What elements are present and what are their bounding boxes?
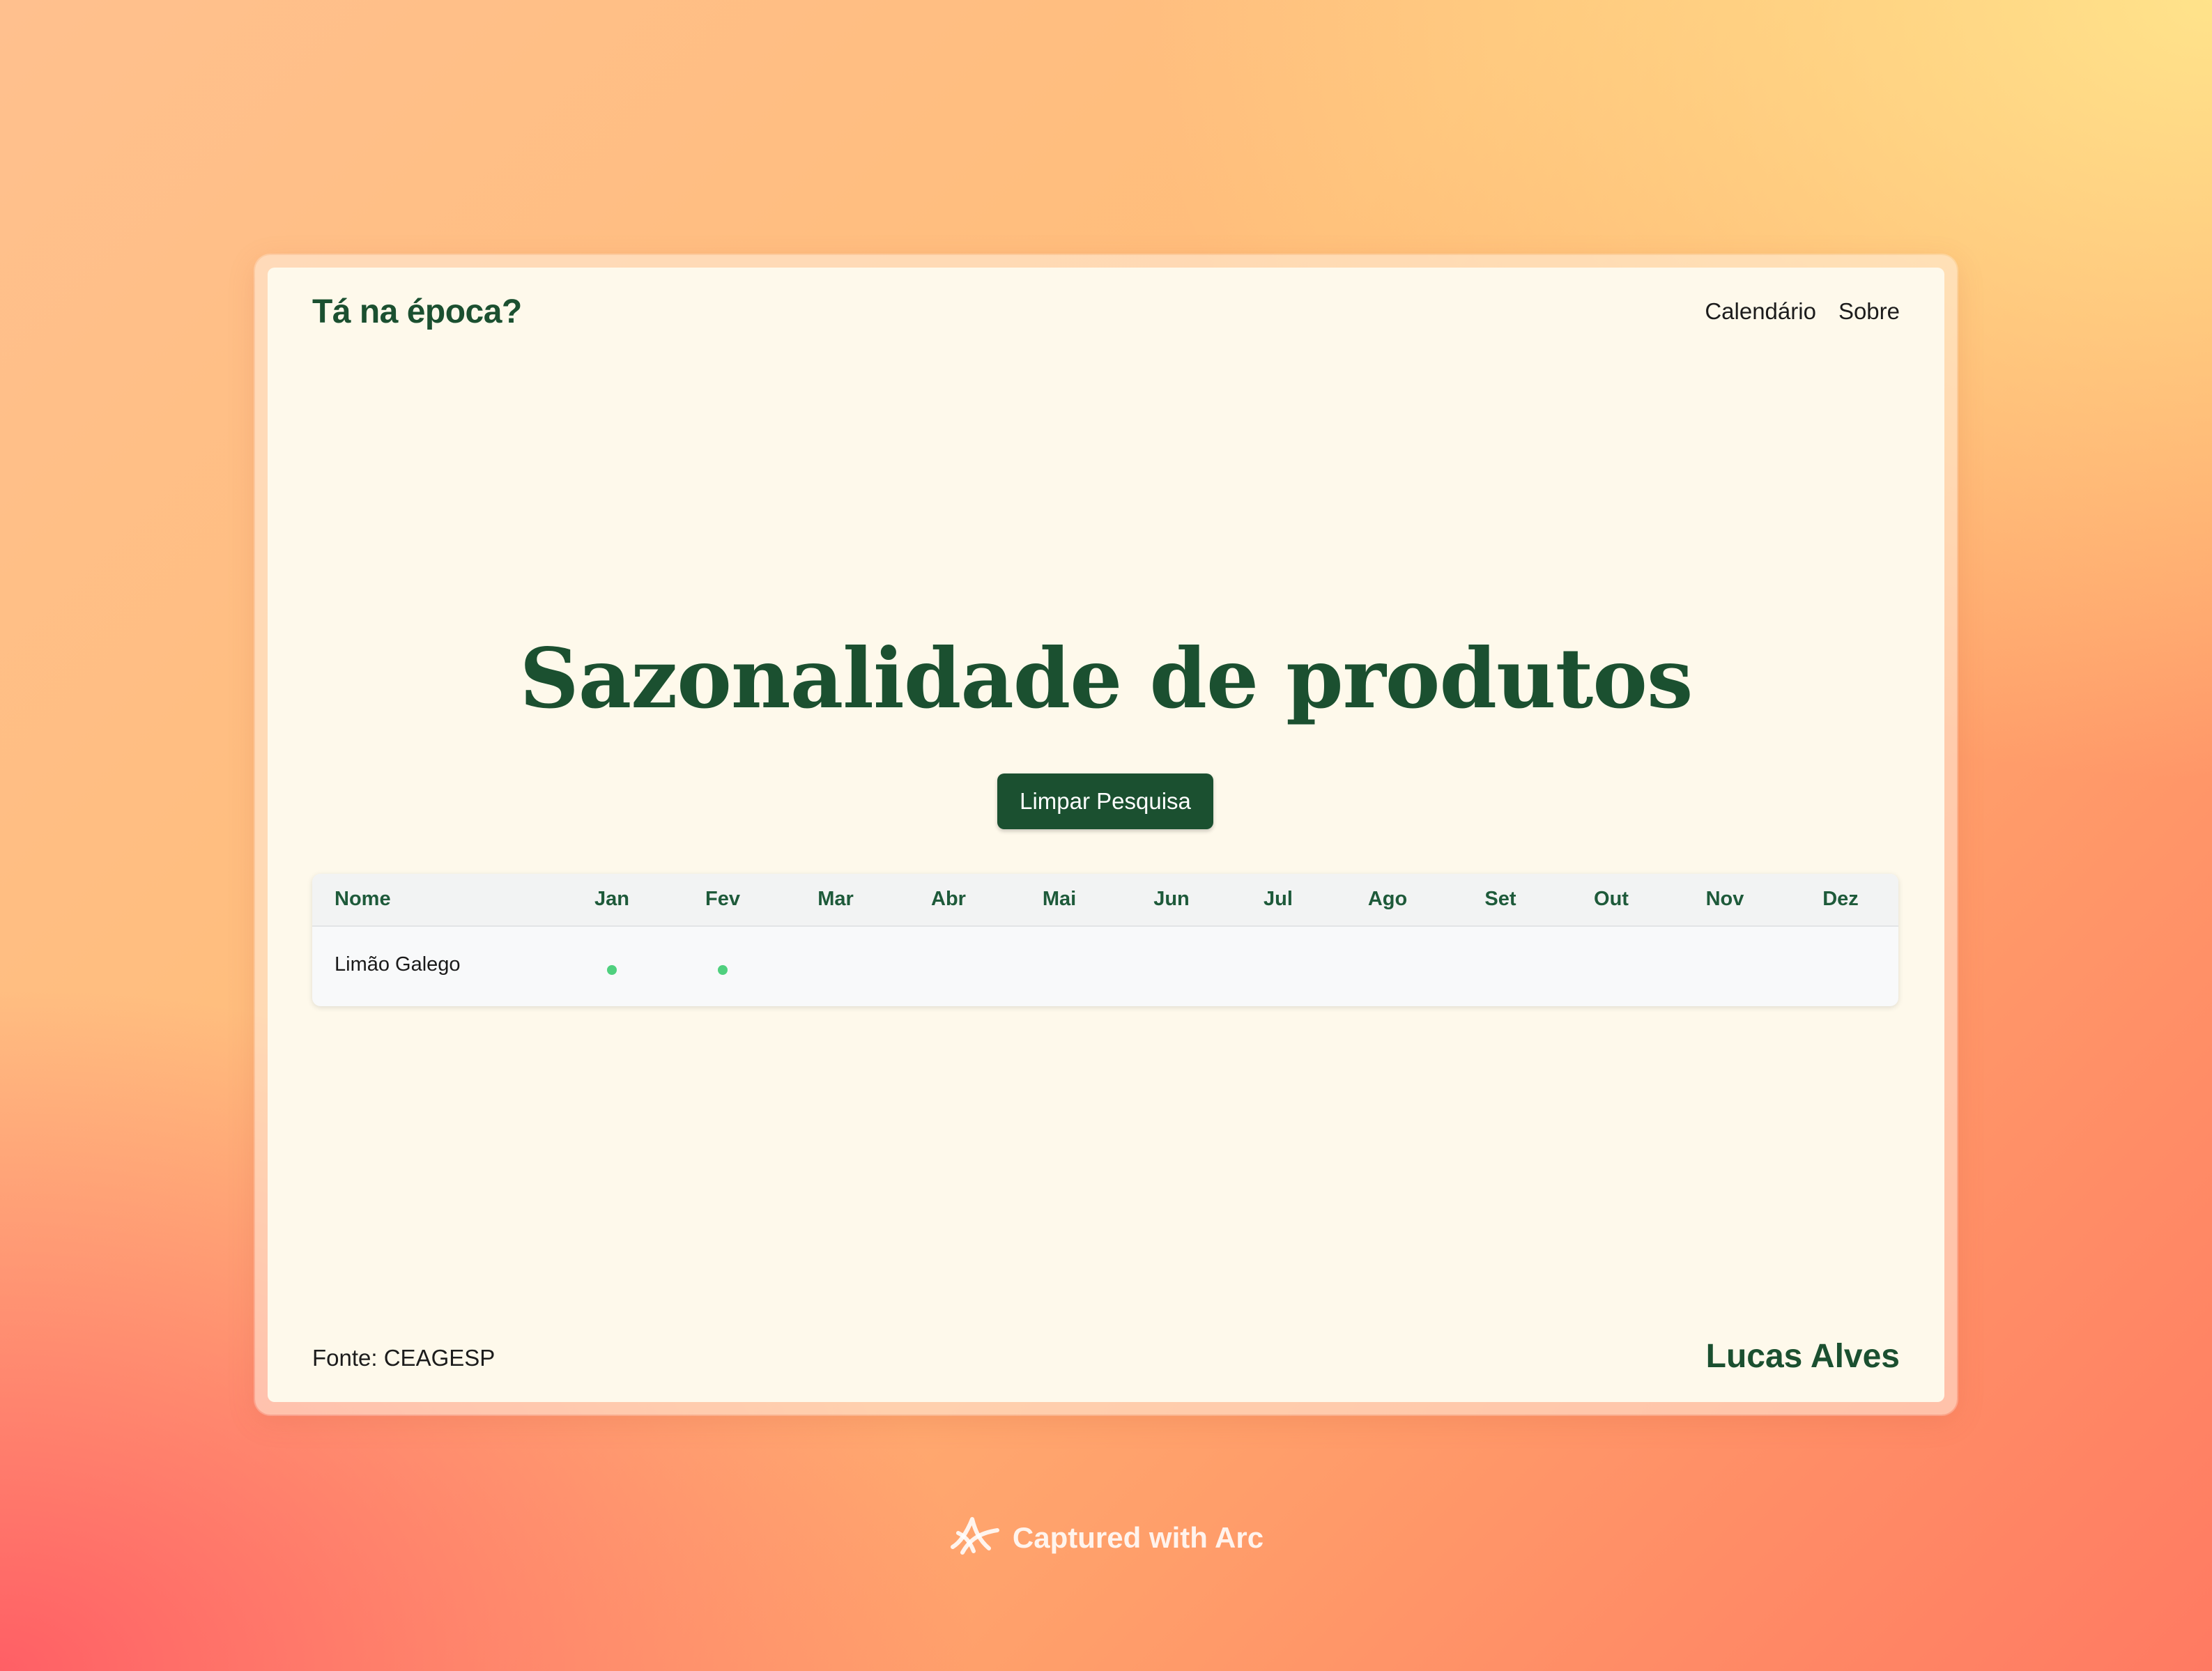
arc-logo-icon bbox=[948, 1512, 1001, 1564]
column-header-out: Out bbox=[1594, 888, 1629, 910]
table-header: Nome Jan Fev Mar Abr Mai Jun Jul Ago Set… bbox=[312, 874, 1898, 927]
footer-author-link[interactable]: Lucas Alves bbox=[1706, 1337, 1900, 1376]
column-header-name: Nome bbox=[335, 888, 391, 910]
page-title: Sazonalidade de produtos bbox=[519, 630, 1693, 727]
top-nav: Calendário Sobre bbox=[1705, 298, 1900, 325]
column-header-nov: Nov bbox=[1705, 888, 1744, 910]
nav-link-sobre[interactable]: Sobre bbox=[1838, 298, 1900, 325]
column-header-jan: Jan bbox=[594, 888, 629, 910]
arc-badge-label: Captured with Arc bbox=[1012, 1521, 1264, 1554]
column-header-abr: Abr bbox=[931, 888, 966, 910]
brand-logo[interactable]: Tá na época? bbox=[312, 293, 522, 331]
table-row[interactable]: Limão Galego bbox=[312, 927, 1898, 1006]
footer-source: Fonte: CEAGESP bbox=[312, 1345, 496, 1371]
column-header-set: Set bbox=[1484, 888, 1516, 910]
column-header-jun: Jun bbox=[1153, 888, 1190, 910]
column-header-dez: Dez bbox=[1822, 888, 1859, 910]
season-dot-icon bbox=[718, 965, 728, 975]
app-window: Tá na época? Calendário Sobre Sazonalida… bbox=[268, 268, 1944, 1402]
column-header-mar: Mar bbox=[817, 888, 854, 910]
column-header-ago: Ago bbox=[1367, 888, 1408, 910]
seasonality-table: Nome Jan Fev Mar Abr Mai Jun Jul Ago Set… bbox=[312, 874, 1898, 1006]
season-dot-icon bbox=[607, 965, 617, 975]
column-header-jul: Jul bbox=[1264, 888, 1293, 910]
browser-frame: Tá na época? Calendário Sobre Sazonalida… bbox=[255, 255, 1957, 1415]
nav-link-calendario[interactable]: Calendário bbox=[1705, 298, 1816, 325]
column-header-mai: Mai bbox=[1042, 888, 1077, 910]
arc-capture-badge: Captured with Arc bbox=[0, 1512, 2212, 1564]
clear-search-button[interactable]: Limpar Pesquisa bbox=[997, 773, 1213, 829]
product-name: Limão Galego bbox=[335, 953, 461, 976]
column-header-fev: Fev bbox=[705, 888, 740, 910]
